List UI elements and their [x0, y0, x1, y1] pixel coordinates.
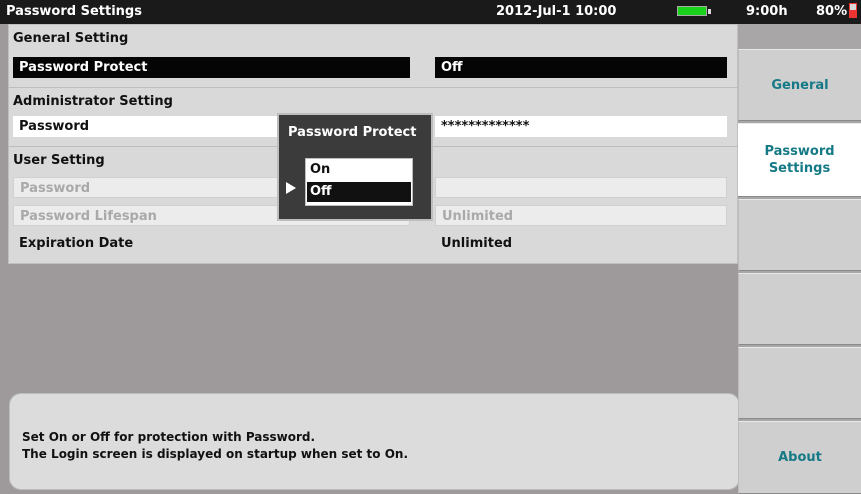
- password-protect-value[interactable]: Off: [435, 57, 727, 78]
- administrator-setting-heading: Administrator Setting: [13, 94, 173, 109]
- general-setting-heading: General Setting: [13, 31, 129, 46]
- softkey-general[interactable]: General: [738, 49, 861, 121]
- softkey-password-settings-line2: Settings: [768, 161, 831, 176]
- battery-icon: [849, 3, 857, 18]
- help-line-2: The Login screen is displayed on startup…: [22, 447, 409, 461]
- softkey-about[interactable]: About: [738, 421, 861, 494]
- user-password-field: [435, 177, 727, 198]
- help-message-box: Set On or Off for protection with Passwo…: [9, 393, 740, 490]
- ac-power-icon: [677, 6, 711, 16]
- user-setting-heading: User Setting: [13, 153, 105, 168]
- runtime-display: 9:00h: [746, 4, 788, 19]
- admin-password-field[interactable]: *************: [435, 116, 727, 137]
- option-off[interactable]: Off: [307, 182, 411, 202]
- softkey-password-settings[interactable]: Password Settings: [738, 123, 861, 197]
- selection-arrow-icon: [286, 182, 296, 194]
- popup-title: Password Protect: [288, 125, 417, 140]
- expiration-date-label: Expiration Date: [19, 236, 134, 251]
- password-lifespan-value: Unlimited: [435, 205, 727, 226]
- battery-percent: 80%: [816, 4, 848, 19]
- expiration-date-value: Unlimited: [441, 236, 513, 251]
- status-bar: 9:00h 80%: [738, 0, 861, 24]
- help-line-1: Set On or Off for protection with Passwo…: [22, 430, 316, 444]
- divider: [9, 87, 739, 88]
- softkey-empty-3[interactable]: [738, 199, 861, 271]
- title-bar: Password Settings 2012-Jul-1 10:00: [0, 0, 738, 24]
- option-list: On Off: [305, 158, 413, 206]
- softkey-password-settings-line1: Password: [764, 144, 835, 159]
- softkey-empty-4[interactable]: [738, 273, 861, 345]
- window-title: Password Settings: [6, 4, 142, 19]
- option-on[interactable]: On: [307, 160, 411, 180]
- password-protect-popup: Password Protect On Off: [277, 113, 433, 221]
- softkey-empty-5[interactable]: [738, 347, 861, 419]
- password-protect-label[interactable]: Password Protect: [13, 57, 410, 78]
- softkey-panel: General Password Settings About: [738, 24, 861, 494]
- datetime-display: 2012-Jul-1 10:00: [496, 4, 617, 19]
